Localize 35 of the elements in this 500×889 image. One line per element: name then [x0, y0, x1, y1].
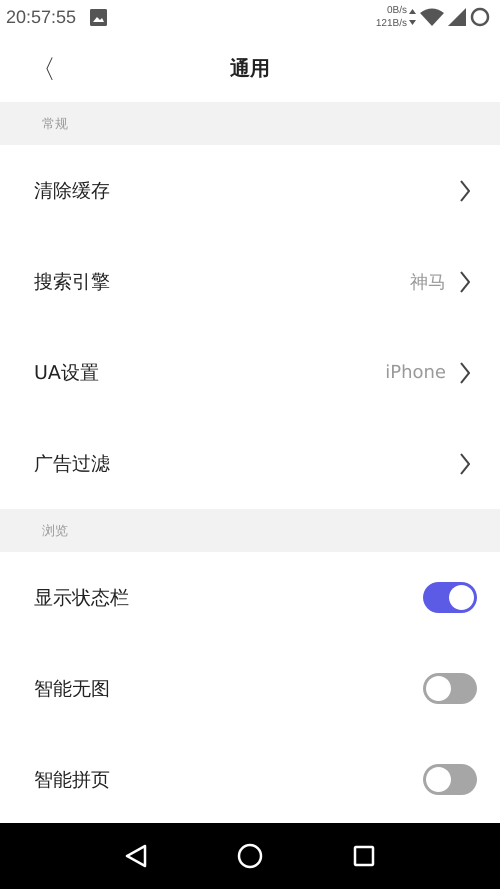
- row-label: 显示状态栏: [34, 586, 130, 610]
- wifi-icon: [420, 8, 444, 26]
- back-triangle-icon[interactable]: [125, 844, 147, 868]
- chevron-right-icon: [460, 180, 470, 202]
- back-button[interactable]: 〈: [26, 48, 60, 91]
- row-value: 神马: [410, 270, 446, 294]
- row-label: 广告过滤: [34, 452, 111, 476]
- transfer-arrows-icon: [409, 7, 416, 27]
- home-circle-icon[interactable]: [237, 843, 263, 869]
- download-speed: 121B/s: [376, 17, 407, 30]
- toggle-switch[interactable]: [423, 673, 477, 704]
- settings-row[interactable]: 清除缓存: [0, 145, 500, 236]
- row-label: 清除缓存: [34, 178, 111, 204]
- status-time: 20:57:55: [6, 6, 76, 28]
- row-label: UA设置: [34, 360, 100, 386]
- recents-square-icon[interactable]: [353, 845, 375, 867]
- settings-row[interactable]: UA设置 iPhone: [0, 327, 500, 418]
- settings-row[interactable]: 搜索引擎 神马: [0, 236, 500, 327]
- row-label: 智能无图: [34, 676, 111, 702]
- chevron-right-icon: [460, 270, 470, 292]
- row-label: 搜索引擎: [34, 270, 111, 294]
- toggle-switch[interactable]: [423, 582, 477, 613]
- upload-speed: 0B/s: [386, 4, 407, 17]
- chevron-right-icon: [460, 362, 470, 384]
- chevron-right-icon: [460, 452, 470, 474]
- row-value: iPhone: [385, 362, 446, 383]
- toggle-switch[interactable]: [423, 764, 477, 795]
- section-title: 常规: [42, 116, 68, 132]
- circle-icon: [470, 7, 490, 27]
- settings-row[interactable]: 广告过滤: [0, 418, 500, 509]
- image-icon: [90, 8, 108, 26]
- page-title: 通用: [230, 54, 270, 82]
- signal-icon: [448, 8, 466, 26]
- row-label: 智能拼页: [34, 768, 111, 792]
- section-title: 浏览: [42, 522, 68, 540]
